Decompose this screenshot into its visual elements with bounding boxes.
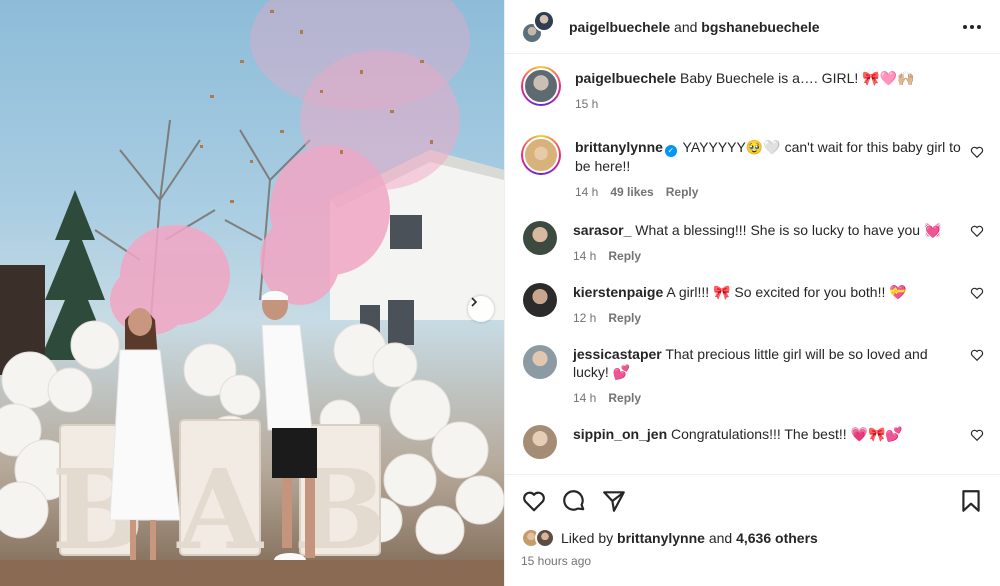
avatar[interactable] (523, 221, 557, 255)
post-timestamp[interactable]: 15 hours ago (505, 550, 1000, 568)
comment-item: jessicastaper That precious little girl … (521, 345, 984, 407)
letter-text: B A B (52, 445, 387, 574)
post-header: paigelbuechele and bgshanebuechele (505, 0, 1000, 54)
authors-joiner: and (674, 18, 698, 35)
letter-a: A (176, 445, 264, 574)
comment-item: brittanylynne ✓ YAYYYYY🥹🤍 can't wait for … (521, 135, 984, 201)
avatar (523, 137, 559, 173)
comment-time[interactable]: 14 h (575, 183, 598, 201)
comment-item: kierstenpaige A girl!!! 🎀 So excited for… (521, 283, 984, 327)
next-photo-button[interactable] (468, 296, 494, 322)
more-options-button[interactable] (960, 15, 984, 39)
author-link-primary[interactable]: paigelbuechele (569, 19, 670, 35)
like-comment-heart-icon[interactable] (970, 428, 984, 442)
comment-likes[interactable]: 49 likes (610, 183, 653, 201)
more-horizontal-icon (963, 24, 981, 29)
comment-item: sarasor_ What a blessing!!! She is so lu… (521, 221, 984, 265)
avatar (523, 68, 559, 104)
comment-text: Congratulations!!! The best!! 💗🎀💕 (671, 426, 903, 442)
bottom-padding (505, 568, 1000, 586)
likes-summary: Liked by brittanylynne and 4,636 others (505, 526, 1000, 550)
like-comment-heart-icon[interactable] (970, 224, 984, 238)
reply-button[interactable]: Reply (666, 183, 699, 201)
comment-username[interactable]: brittanylynne (575, 139, 663, 155)
comment-icon[interactable] (561, 488, 587, 514)
photo-scene: B A B (0, 0, 504, 586)
caption-username[interactable]: paigelbuechele (575, 70, 676, 86)
caption-time[interactable]: 15 h (575, 95, 598, 113)
avatar[interactable] (523, 425, 557, 459)
post-side-panel: paigelbuechele and bgshanebuechele paige… (504, 0, 1000, 586)
likes-text: Liked by brittanylynne and 4,636 others (561, 530, 818, 546)
comment-text: A girl!!! 🎀 So excited for you both!! 💝 (666, 284, 907, 300)
like-comment-heart-icon[interactable] (970, 348, 984, 362)
comment-username[interactable]: kierstenpaige (573, 284, 663, 300)
likes-joiner: and (708, 530, 733, 546)
reply-button[interactable]: Reply (608, 309, 641, 327)
comment-time[interactable]: 14 h (573, 389, 596, 407)
avatar-story-ring[interactable] (521, 135, 561, 175)
author-link-secondary[interactable]: bgshanebuechele (701, 19, 819, 35)
like-comment-heart-icon[interactable] (970, 145, 984, 159)
comment-item: sippin_on_jen Congratulations!!! The bes… (521, 425, 984, 459)
comment-username[interactable]: jessicastaper (573, 346, 662, 362)
collab-avatars[interactable] (521, 9, 555, 44)
likes-prefix: Liked by (561, 530, 614, 546)
heart-icon[interactable] (521, 488, 547, 514)
comment-username[interactable]: sippin_on_jen (573, 426, 667, 442)
comments-list[interactable]: paigelbuechele Baby Buechele is a…. GIRL… (505, 54, 1000, 474)
avatar[interactable] (523, 283, 557, 317)
paper-plane-icon[interactable] (601, 488, 627, 514)
avatar-story-ring[interactable] (521, 66, 561, 106)
bookmark-icon[interactable] (958, 488, 984, 514)
reply-button[interactable]: Reply (608, 247, 641, 265)
comment-username[interactable]: sarasor_ (573, 222, 631, 238)
avatar[interactable] (533, 9, 555, 32)
chevron-right-icon (471, 297, 478, 307)
reply-button[interactable]: Reply (608, 389, 641, 407)
likes-others-link[interactable]: 4,636 others (736, 530, 818, 546)
verified-badge-icon: ✓ (664, 145, 677, 157)
action-bar (505, 474, 1000, 526)
deck (0, 560, 504, 586)
like-comment-heart-icon[interactable] (970, 286, 984, 300)
post-photo[interactable]: B A B (0, 0, 504, 586)
comment-time[interactable]: 14 h (573, 247, 596, 265)
avatar[interactable] (523, 345, 557, 379)
post-authors: paigelbuechele and bgshanebuechele (569, 19, 960, 35)
comment-time[interactable]: 12 h (573, 309, 596, 327)
comment-text: What a blessing!!! She is so lucky to ha… (635, 222, 942, 238)
caption: paigelbuechele Baby Buechele is a…. GIRL… (521, 66, 984, 113)
caption-text: Baby Buechele is a…. GIRL! 🎀🩷🙌🏼 (680, 70, 915, 86)
liker-username[interactable]: brittanylynne (617, 530, 705, 546)
avatar[interactable] (535, 528, 555, 548)
